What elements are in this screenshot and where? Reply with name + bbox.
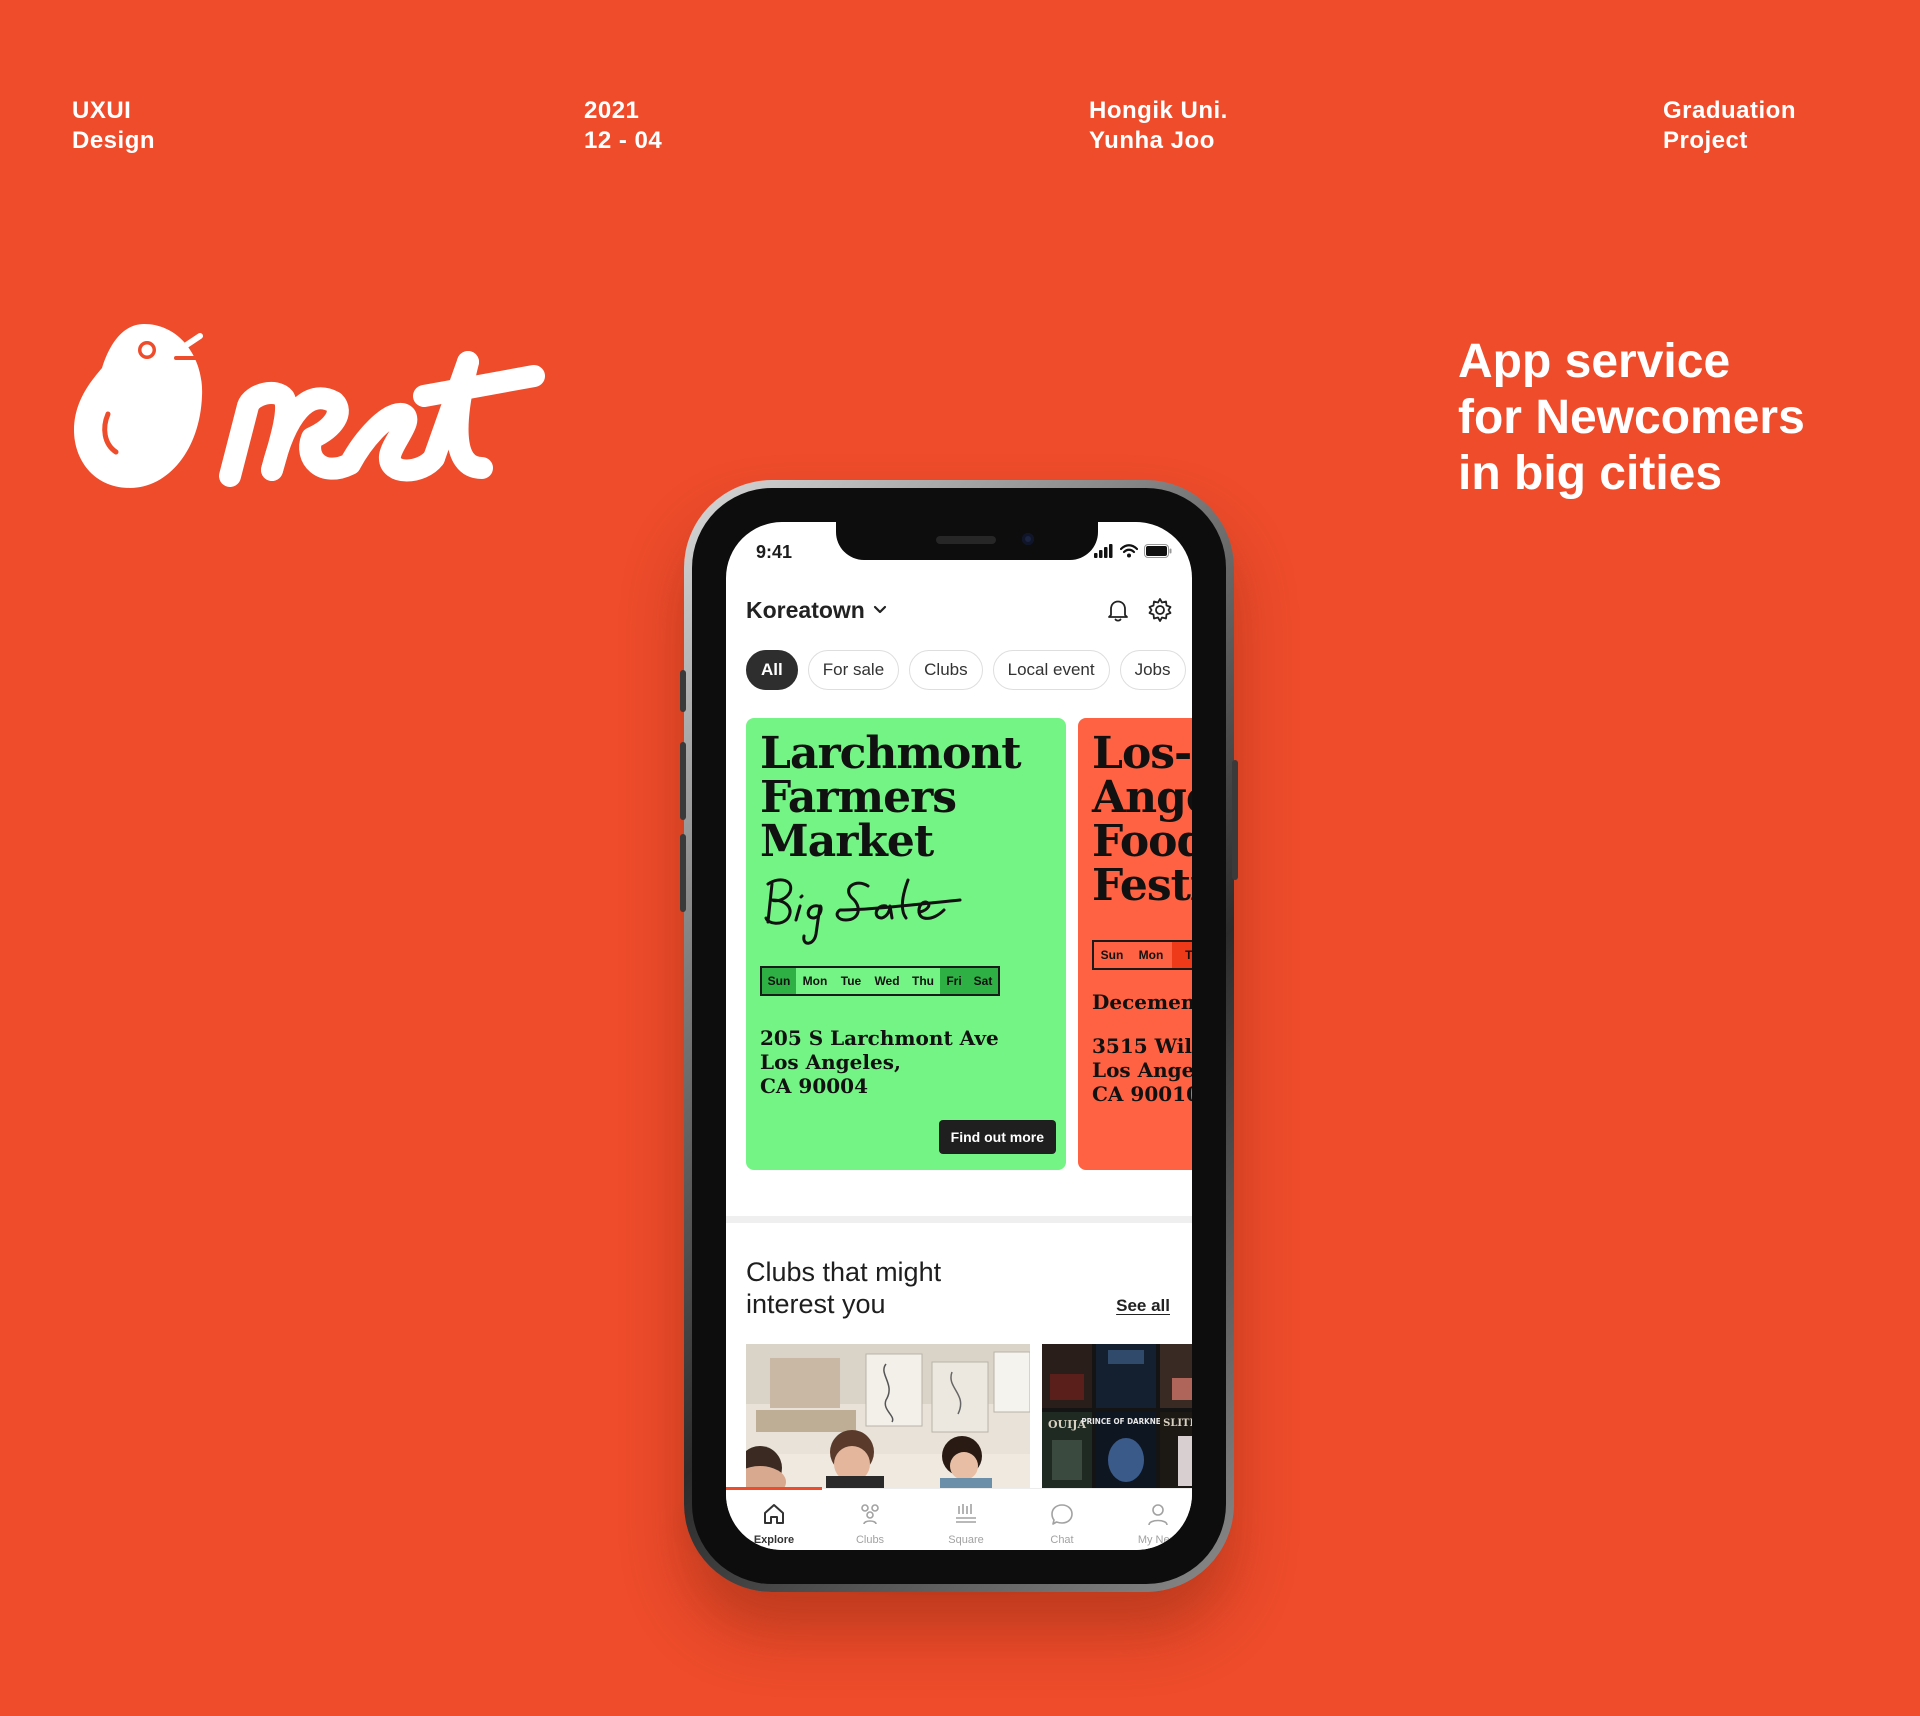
phone-frame: 9:41 Koreatown All For sale Clubs Local … (680, 480, 1238, 1592)
tagline: App service for Newcomers in big cities (1458, 335, 1805, 500)
wifi-icon (1120, 544, 1138, 558)
chip-local-event[interactable]: Local event (992, 650, 1110, 690)
tab-clubs[interactable]: Clubs (822, 1501, 918, 1546)
gear-icon[interactable] (1146, 596, 1174, 624)
big-sale-script (764, 878, 962, 945)
bell-icon[interactable] (1104, 596, 1132, 624)
event-date: Decememb (1092, 990, 1192, 1014)
phone-notch (836, 522, 1098, 560)
see-all-link[interactable]: See all (1116, 1296, 1170, 1316)
signal-icon (1094, 544, 1113, 558)
chip-all[interactable]: All (746, 650, 798, 690)
earpiece-speaker (936, 536, 996, 544)
tab-explore[interactable]: Explore (726, 1501, 822, 1546)
club-card-art-class[interactable] (746, 1344, 1030, 1488)
art-class-photo (746, 1344, 1030, 1488)
chip-clubs[interactable]: Clubs (909, 650, 983, 690)
meta-project-type: Graduation Project (1663, 97, 1797, 154)
chip-for-sale[interactable]: For sale (807, 650, 900, 690)
battery-icon (1144, 544, 1172, 558)
status-icons (1094, 544, 1172, 558)
power-button (1232, 760, 1238, 880)
header-actions (1104, 596, 1174, 624)
people-icon (861, 1504, 879, 1525)
chevron-down-icon (873, 605, 886, 614)
front-camera (1022, 533, 1034, 545)
weekday-bar: Sun Mon Tue Wed Thu Fri Sat (760, 966, 1000, 996)
location-selector[interactable]: Koreatown (746, 597, 887, 624)
mute-switch (680, 670, 686, 712)
event-card-food-festival[interactable]: Los- Ange Food Festi Sun Mon Tu Decememb… (1078, 718, 1192, 1170)
event-title: Los- Ange Food Festi (1092, 728, 1192, 911)
poster-title-slither: SLITHER (1163, 1418, 1192, 1429)
tab-my-nest[interactable]: My Nest (1110, 1501, 1192, 1546)
meta-date: 2021 12 - 04 (584, 97, 663, 154)
home-icon (764, 1504, 784, 1524)
volume-up-button (680, 742, 686, 820)
location-label: Koreatown (746, 596, 865, 623)
bottom-tab-bar: Explore Clubs Square Chat My Nest (726, 1487, 1192, 1550)
tab-chat[interactable]: Chat (1014, 1501, 1110, 1546)
chat-bubble-icon (1051, 1504, 1073, 1525)
event-address: 3515 Wilsh Los Angele CA 90010 (1092, 1034, 1192, 1106)
bird-icon (74, 324, 206, 488)
plaza-icon (956, 1504, 976, 1523)
meta-author: Hongik Uni. Yunha Joo (1089, 97, 1228, 154)
clubs-section-title: Clubs that might interest you (746, 1257, 942, 1319)
tab-square[interactable]: Square (918, 1501, 1014, 1546)
weekday-bar: Sun Mon Tu (1092, 940, 1192, 970)
find-out-more-button[interactable]: Find out more (938, 1120, 1056, 1154)
volume-down-button (680, 834, 686, 912)
chip-jobs[interactable]: Jobs (1119, 650, 1186, 690)
person-icon (1148, 1504, 1168, 1526)
app-screen: 9:41 Koreatown All For sale Clubs Local … (726, 522, 1192, 1550)
event-title: Larchmont Farmers Market (760, 728, 1022, 867)
movie-posters-collage: OUIJA PRINCE OF DARKNESS SLITHER (1042, 1344, 1192, 1488)
event-card-farmers-market[interactable]: Larchmont Farmers Market Sun Mon Tue Wed… (746, 718, 1066, 1170)
event-address: 205 S Larchmont Ave Los Angeles, CA 9000… (760, 1026, 999, 1098)
nest-wordmark (219, 351, 545, 487)
app-header: Koreatown (746, 590, 1174, 630)
status-time: 9:41 (756, 542, 793, 562)
club-card-horror-movies[interactable]: OUIJA PRINCE OF DARKNESS SLITHER (1042, 1344, 1192, 1488)
filter-chips: All For sale Clubs Local event Jobs (746, 650, 1192, 690)
phone-bezel: 9:41 Koreatown All For sale Clubs Local … (692, 488, 1226, 1584)
nest-logo (74, 324, 545, 488)
active-tab-indicator (726, 1487, 822, 1490)
meta-discipline: UXUI Design (72, 97, 156, 154)
section-divider (726, 1216, 1192, 1223)
poster-title-prince-of-darkness: PRINCE OF DARKNESS (1081, 1417, 1170, 1426)
